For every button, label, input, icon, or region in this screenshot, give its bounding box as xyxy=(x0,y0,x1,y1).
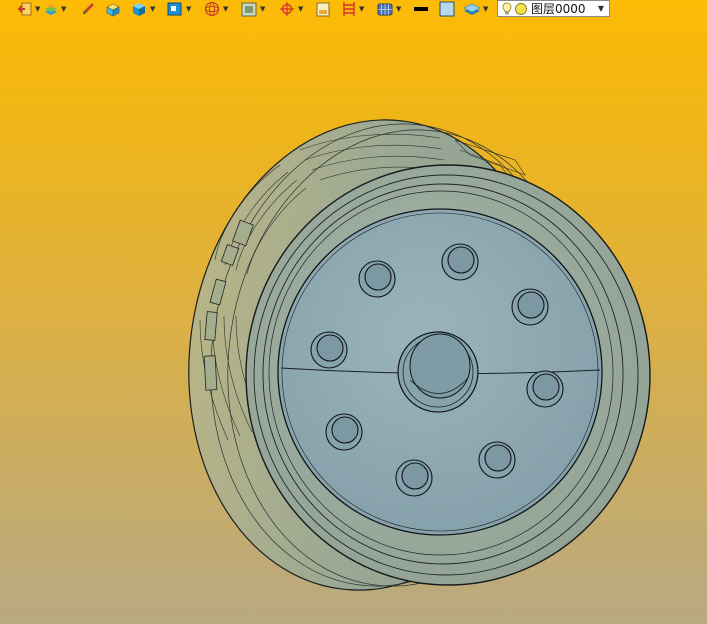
center-bore[interactable] xyxy=(397,331,479,413)
bolt-hole[interactable] xyxy=(310,331,348,369)
bolt-hole[interactable] xyxy=(358,260,396,298)
cad-window: ▼ ▼ ▼ ▼ ▼ ▼ ▼ ▼ ▼ ▼ 图层0000 ▼ xyxy=(0,0,707,624)
bolt-hole[interactable] xyxy=(526,370,564,408)
bolt-hole[interactable] xyxy=(325,413,363,451)
bolt-hole[interactable] xyxy=(441,243,479,281)
bolt-hole[interactable] xyxy=(395,459,433,497)
bolt-hole[interactable] xyxy=(511,288,549,326)
model-viewport[interactable] xyxy=(0,0,707,624)
wheel-model[interactable] xyxy=(159,96,651,614)
bolt-hole[interactable] xyxy=(478,441,516,479)
